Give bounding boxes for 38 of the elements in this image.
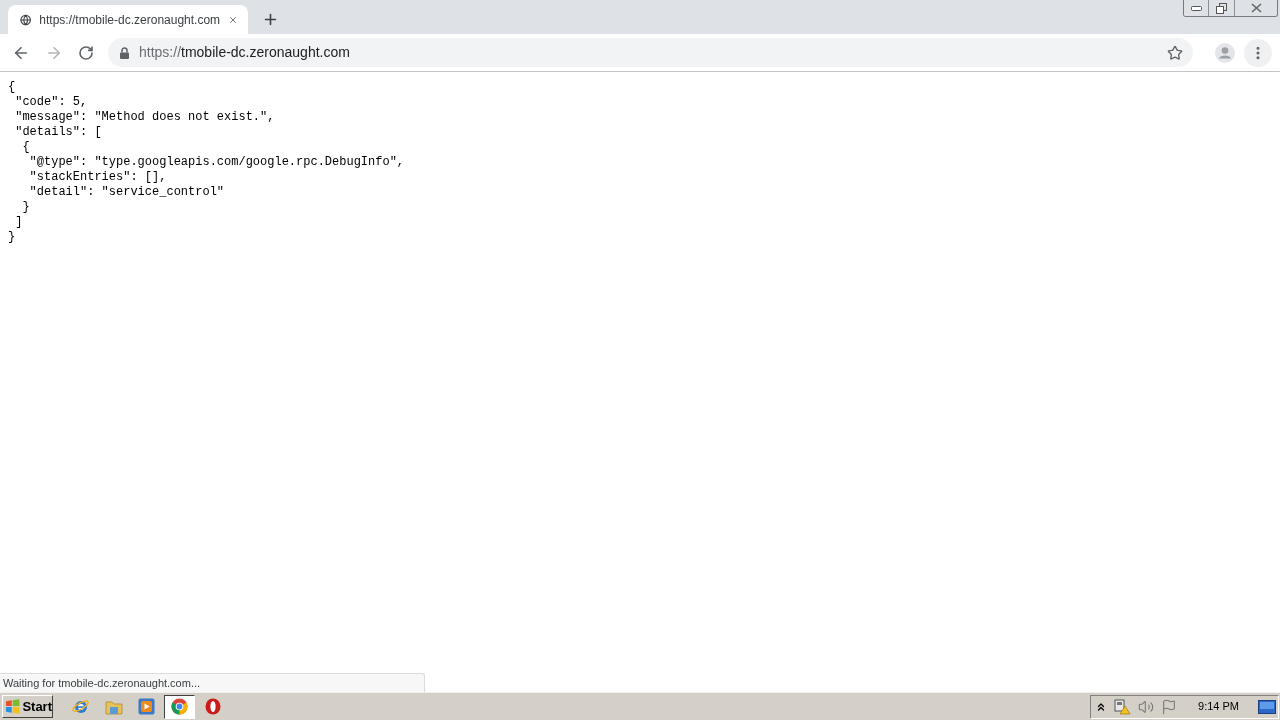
address-url: https://tmobile-dc.zeronaught.com <box>139 43 350 62</box>
json-line: "stackEntries": [], <box>28 170 167 185</box>
json-line: { <box>8 80 16 95</box>
speaker-icon[interactable] <box>1138 698 1155 715</box>
desktop-icon[interactable] <box>1258 699 1276 714</box>
clock[interactable]: 9:14 PM <box>1198 698 1239 715</box>
windows-logo-icon <box>5 699 21 714</box>
taskbar-app-button[interactable] <box>164 694 195 719</box>
profile-avatar-icon[interactable] <box>1215 42 1235 63</box>
json-line: "detail": "service_control" <box>28 185 225 200</box>
network-warning-icon[interactable] <box>1114 698 1132 715</box>
json-line: "message": "Method does not exist.", <box>14 110 275 125</box>
json-line: "details": [ <box>14 125 102 140</box>
address-bar[interactable]: https://tmobile-dc.zeronaught.com <box>108 38 1193 67</box>
folder-icon <box>104 698 123 715</box>
json-line: "@type": "type.googleapis.com/google.rpc.DebugInfo", <box>28 155 405 170</box>
new-tab-icon[interactable] <box>262 11 279 28</box>
close-icon <box>1250 3 1262 13</box>
browser-e-icon <box>71 697 90 716</box>
json-line: } <box>8 230 16 245</box>
opera-icon <box>204 698 221 715</box>
reload-icon <box>78 44 94 61</box>
json-line: { <box>21 140 30 155</box>
json-line: } <box>21 200 30 215</box>
bookmark-star-icon[interactable] <box>1167 44 1183 61</box>
minimize-button[interactable] <box>1184 0 1209 16</box>
status-text: Waiting for tmobile-dc.zeronaught.com... <box>3 675 201 691</box>
browser-tab[interactable]: https://tmobile-dc.zeronaught.com <box>8 5 248 34</box>
media-player-icon <box>138 698 155 715</box>
lock-icon <box>120 46 129 59</box>
restore-icon <box>1216 2 1227 14</box>
json-line: ] <box>14 215 23 230</box>
start-button[interactable]: Start <box>2 695 53 718</box>
flag-icon[interactable] <box>1161 698 1178 715</box>
minimize-icon <box>1190 5 1202 11</box>
json-line: "code": 5, <box>14 95 88 110</box>
tab-title: https://tmobile-dc.zeronaught.com <box>39 11 221 29</box>
chrome-icon <box>171 698 188 715</box>
